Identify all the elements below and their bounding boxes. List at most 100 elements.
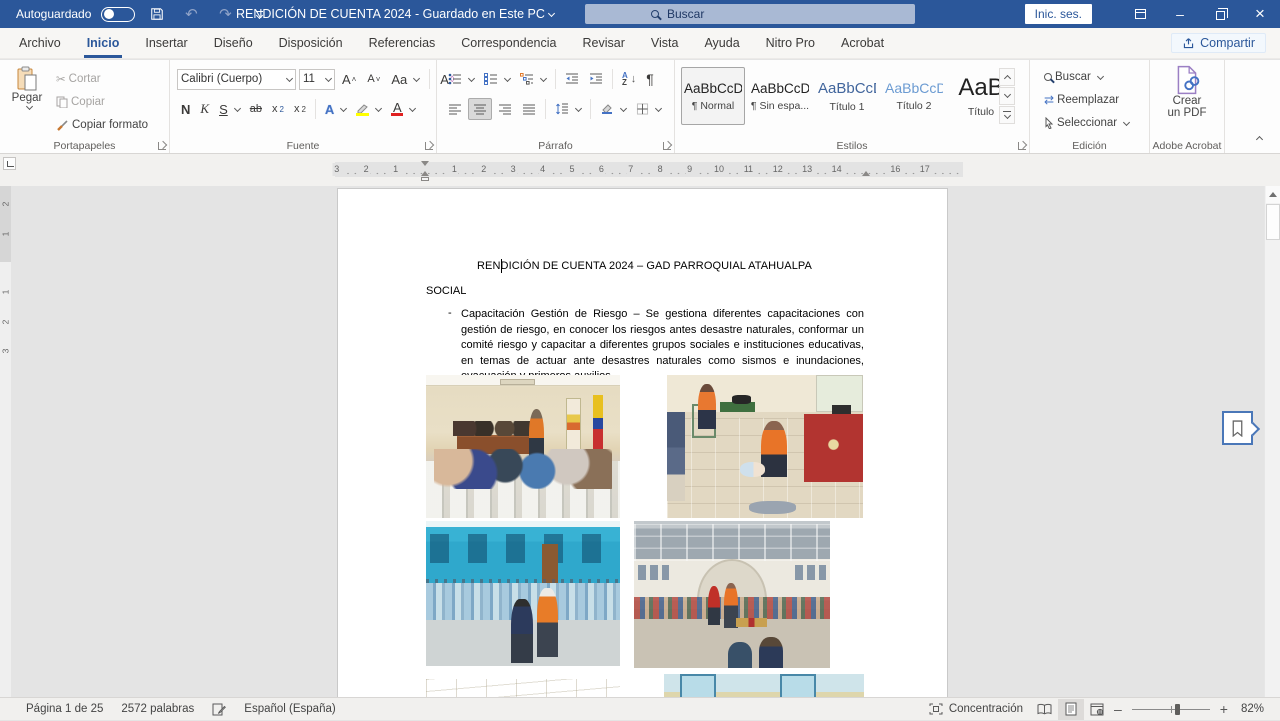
font-dialog-launcher-icon[interactable] (425, 142, 433, 150)
tab-correspondencia[interactable]: Correspondencia (448, 28, 569, 58)
left-indent-marker[interactable] (421, 177, 429, 181)
close-icon[interactable]: × (1240, 0, 1280, 28)
zoom-level[interactable]: 82% (1232, 698, 1280, 721)
paste-button[interactable]: Pegar (8, 66, 46, 111)
tab-revisar[interactable]: Revisar (569, 28, 637, 58)
document-heading[interactable]: SOCIAL (426, 285, 466, 297)
tab-nitro-pro[interactable]: Nitro Pro (753, 28, 828, 58)
right-indent-marker[interactable] (862, 171, 870, 176)
strikethrough-button[interactable]: ab (246, 98, 266, 120)
align-right-button[interactable] (494, 98, 516, 120)
document-paragraph[interactable]: Capacitación Gestión de Riesgo – Se gest… (461, 307, 864, 385)
align-center-button[interactable] (468, 98, 492, 120)
vertical-ruler[interactable]: 21123 (0, 186, 11, 697)
read-mode-button[interactable] (1032, 699, 1058, 720)
create-pdf-button[interactable]: Crear un PDF (1150, 65, 1224, 119)
increase-indent-button[interactable] (585, 68, 607, 90)
select-button[interactable]: Seleccionar (1040, 112, 1133, 134)
underline-button[interactable]: S (215, 98, 244, 120)
tab-inicio[interactable]: Inicio (74, 28, 133, 58)
undo-icon[interactable]: ↶ (179, 3, 203, 25)
borders-button[interactable] (632, 98, 665, 120)
save-icon[interactable] (145, 3, 169, 25)
print-layout-button[interactable] (1058, 699, 1084, 720)
web-layout-button[interactable] (1084, 699, 1110, 720)
multilevel-list-button[interactable] (516, 68, 550, 90)
scroll-up-icon[interactable] (1266, 186, 1280, 203)
autosave-toggle[interactable] (101, 7, 135, 22)
zoom-out-button[interactable]: – (1110, 701, 1126, 717)
title-dropdown-icon[interactable] (548, 9, 555, 16)
zoom-slider-thumb[interactable] (1175, 704, 1180, 715)
bold-button[interactable]: N (177, 98, 194, 120)
tab-vista[interactable]: Vista (638, 28, 692, 58)
styles-scroll-up-icon[interactable] (999, 68, 1015, 86)
copy-button[interactable]: Copiar (52, 91, 152, 113)
focus-mode-button[interactable]: Concentración (920, 698, 1032, 721)
style-t-tulo-2[interactable]: AaBbCcDcTítulo 2 (882, 67, 946, 125)
format-painter-button[interactable]: Copiar formato (52, 114, 152, 136)
tab-referencias[interactable]: Referencias (356, 28, 449, 58)
paragraph-dialog-launcher-icon[interactable] (663, 142, 671, 150)
style-normal[interactable]: AaBbCcDc¶ Normal (681, 67, 745, 125)
restore-icon[interactable] (1200, 0, 1240, 28)
minimize-icon[interactable]: – (1160, 0, 1200, 28)
show-paragraph-marks-button[interactable]: ¶ (642, 68, 658, 90)
sign-in-button[interactable]: Inic. ses. (1025, 4, 1092, 24)
font-size-select[interactable]: 11 (299, 69, 335, 90)
replace-button[interactable]: ⇄Reemplazar (1040, 89, 1133, 111)
bullets-button[interactable] (444, 68, 478, 90)
tab-insertar[interactable]: Insertar (132, 28, 200, 58)
sort-button[interactable]: AZ↓ (618, 68, 640, 90)
line-spacing-button[interactable] (551, 98, 585, 120)
superscript-button[interactable]: x2 (290, 98, 310, 120)
language-indicator[interactable]: Español (España) (235, 698, 344, 721)
find-button[interactable]: Buscar (1040, 66, 1133, 88)
tab-selector[interactable] (3, 157, 16, 170)
hanging-indent-marker[interactable] (421, 171, 429, 176)
redo-icon[interactable]: ↷ (213, 3, 237, 25)
italic-button[interactable]: K (196, 98, 213, 120)
justify-button[interactable] (518, 98, 540, 120)
grow-font-button[interactable]: A˄ (338, 68, 360, 90)
align-left-button[interactable] (444, 98, 466, 120)
document-page[interactable]: RENDICIÓN DE CUENTA 2024 – GAD PARROQUIA… (337, 188, 948, 697)
tab-dise-o[interactable]: Diseño (201, 28, 266, 58)
cut-button[interactable]: ✂Cortar (52, 68, 152, 90)
collapse-ribbon-icon[interactable] (1257, 131, 1262, 145)
subscript-button[interactable]: x2 (268, 98, 288, 120)
styles-dialog-launcher-icon[interactable] (1018, 142, 1026, 150)
clipboard-dialog-launcher-icon[interactable] (158, 142, 166, 150)
shading-button[interactable] (596, 98, 630, 120)
resume-reading-bookmark[interactable] (1222, 411, 1253, 445)
scrollbar-thumb[interactable] (1266, 204, 1280, 240)
share-button[interactable]: Compartir (1171, 33, 1266, 53)
ribbon-display-options-icon[interactable] (1120, 0, 1160, 28)
styles-more-icon[interactable] (999, 106, 1015, 124)
zoom-slider[interactable] (1132, 709, 1210, 710)
document-title-text[interactable]: RENDICIÓN DE CUENTA 2024 – GAD PARROQUIA… (426, 260, 863, 272)
text-effects-button[interactable]: A (321, 98, 350, 120)
page-indicator[interactable]: Página 1 de 25 (0, 698, 112, 721)
word-count[interactable]: 2572 palabras (112, 698, 203, 721)
vertical-scrollbar[interactable] (1264, 186, 1280, 697)
highlight-button[interactable] (352, 98, 385, 120)
change-case-button[interactable]: Aa (387, 68, 423, 90)
style-t-tulo-1[interactable]: AaBbCcDcTítulo 1 (815, 67, 879, 125)
proofing-status-icon[interactable] (203, 698, 235, 721)
first-line-indent-marker[interactable] (421, 161, 429, 166)
tab-disposici-n[interactable]: Disposición (266, 28, 356, 58)
font-family-select[interactable]: Calibri (Cuerpo) (177, 69, 296, 90)
tab-ayuda[interactable]: Ayuda (691, 28, 752, 58)
tab-archivo[interactable]: Archivo (6, 28, 74, 58)
horizontal-ruler[interactable]: 32112345678910111213141617 (335, 162, 963, 177)
zoom-in-button[interactable]: + (1216, 701, 1232, 717)
font-color-button[interactable]: A (387, 98, 419, 120)
tab-acrobat[interactable]: Acrobat (828, 28, 897, 58)
style-sin-espa[interactable]: AaBbCcDc¶ Sin espa... (748, 67, 812, 125)
shrink-font-button[interactable]: A˅ (363, 68, 384, 90)
search-box[interactable]: Buscar (585, 4, 915, 24)
numbering-button[interactable] (480, 68, 514, 90)
styles-scroll-down-icon[interactable] (999, 87, 1015, 105)
decrease-indent-button[interactable] (561, 68, 583, 90)
